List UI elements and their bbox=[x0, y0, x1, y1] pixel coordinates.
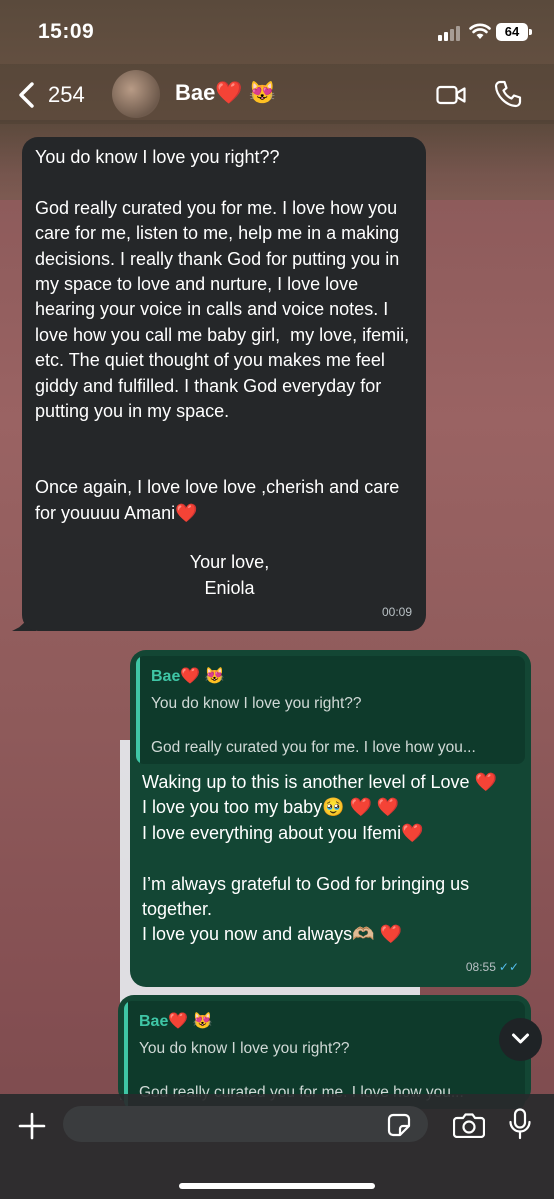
quoted-message-2[interactable]: Bae❤️ 😻 You do know I love you right?? G… bbox=[124, 1001, 525, 1109]
back-unread-count[interactable]: 254 bbox=[48, 82, 85, 108]
incoming-message-bubble[interactable]: You do know I love you right?? God reall… bbox=[22, 137, 426, 631]
battery-icon: 64 bbox=[496, 23, 528, 41]
sticker-icon[interactable] bbox=[387, 1113, 411, 1137]
battery-tip bbox=[529, 29, 532, 35]
chevron-left-icon[interactable] bbox=[16, 82, 40, 108]
quoted-sender-name: Bae❤️ 😻 bbox=[151, 668, 225, 685]
outgoing-message-bubble[interactable]: Bae❤️ 😻 You do know I love you right?? G… bbox=[130, 650, 531, 987]
signal-icon bbox=[438, 25, 464, 41]
quoted-message[interactable]: Bae❤️ 😻 You do know I love you right?? G… bbox=[136, 656, 525, 764]
incoming-message-time: 00:09 bbox=[381, 604, 412, 619]
video-call-icon[interactable] bbox=[436, 84, 466, 106]
chevron-down-icon bbox=[512, 1033, 529, 1044]
outgoing-message-meta: 08:55 ✓✓ bbox=[466, 955, 519, 980]
wifi-icon bbox=[469, 23, 491, 39]
signature-line-2: Eniola bbox=[204, 577, 255, 598]
message-input[interactable] bbox=[63, 1106, 428, 1142]
incoming-message-text: You do know I love you right?? God reall… bbox=[35, 147, 410, 523]
message-composer-bar bbox=[0, 1094, 554, 1199]
read-receipt-icon: ✓✓ bbox=[498, 959, 519, 974]
status-time: 15:09 bbox=[38, 20, 95, 43]
avatar[interactable] bbox=[112, 70, 160, 118]
plus-icon[interactable] bbox=[18, 1112, 46, 1140]
quoted-message-text: You do know I love you right?? God reall… bbox=[151, 695, 476, 756]
status-bar: 15:09 64 bbox=[0, 0, 554, 64]
phone-call-icon[interactable] bbox=[494, 80, 522, 108]
camera-icon[interactable] bbox=[453, 1112, 485, 1138]
outgoing-message-time: 08:55 bbox=[465, 959, 496, 974]
outgoing-message-text: Waking up to this is another level of Lo… bbox=[142, 772, 497, 945]
chat-header: 254 Bae❤️ 😻 bbox=[0, 64, 554, 124]
microphone-icon[interactable] bbox=[508, 1108, 532, 1140]
signature-line-1: Your love, bbox=[189, 552, 270, 573]
contact-name[interactable]: Bae❤️ 😻 bbox=[175, 80, 276, 106]
quoted-sender-name-2: Bae❤️ 😻 bbox=[139, 1013, 213, 1030]
scroll-to-bottom-button[interactable] bbox=[499, 1018, 542, 1061]
home-indicator bbox=[179, 1183, 375, 1189]
outgoing-message-bubble-2[interactable]: Bae❤️ 😻 You do know I love you right?? G… bbox=[118, 995, 531, 1109]
